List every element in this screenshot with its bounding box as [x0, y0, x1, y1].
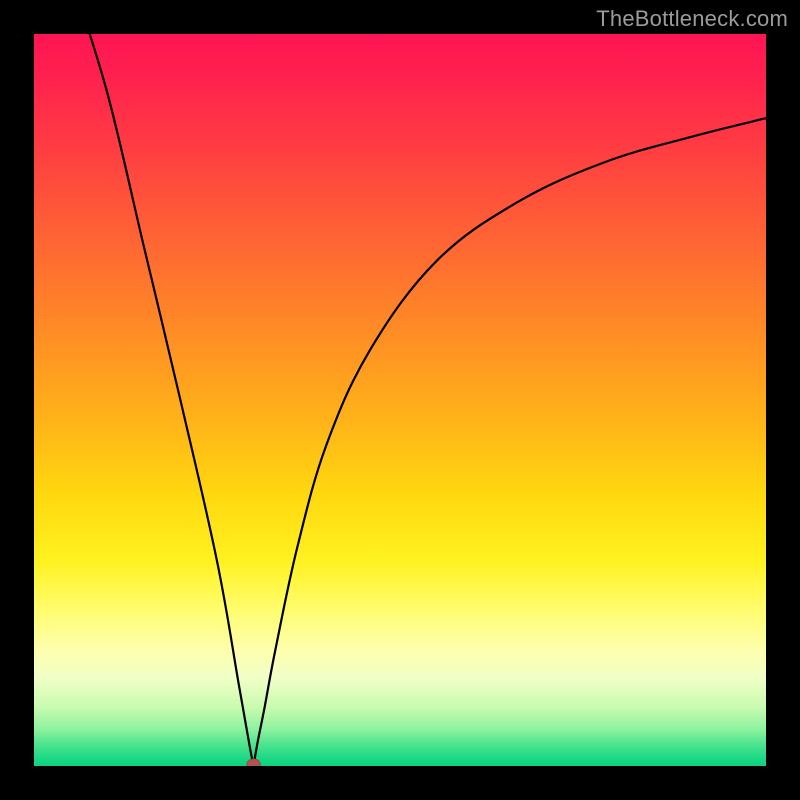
curve-layer — [34, 34, 766, 766]
plot-area — [34, 34, 766, 766]
watermark-text: TheBottleneck.com — [596, 6, 788, 32]
curve-left — [71, 34, 254, 766]
bottleneck-chart: TheBottleneck.com — [0, 0, 800, 800]
curve-right — [254, 118, 766, 766]
optimum-marker — [247, 759, 261, 766]
